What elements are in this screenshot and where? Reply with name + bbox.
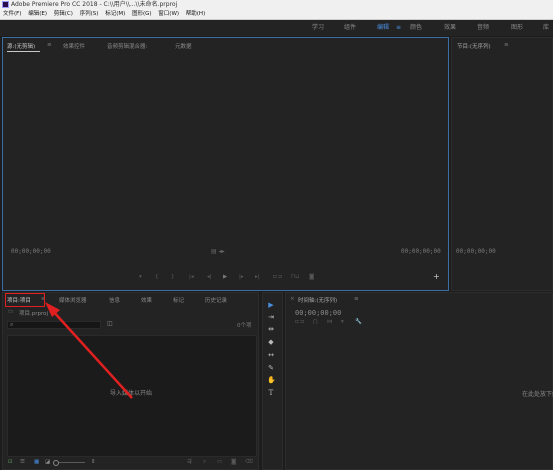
add-marker-icon[interactable]: ▾ — [341, 319, 344, 325]
menu-sequence[interactable]: 序列(S) — [80, 11, 99, 17]
source-timecode-duration: 00;00;00;00 — [401, 248, 441, 255]
razor-tool-icon[interactable]: ◆ — [267, 338, 275, 346]
tab-history[interactable]: 历史记录 — [205, 296, 227, 304]
source-monitor-panel: 源:(无剪辑) ≡ 效果控件 音频剪辑混合器: 元数据 00;00;00;00 … — [2, 37, 449, 291]
highlight-box — [5, 293, 45, 307]
go-to-in-icon[interactable]: |◂ — [189, 274, 194, 280]
slip-tool-icon[interactable]: ↔ — [267, 351, 275, 359]
tab-menu-icon[interactable]: ≡ — [354, 296, 359, 302]
export-frame-icon[interactable]: ◙ — [309, 274, 314, 280]
icon-view-icon[interactable]: ▦ — [34, 459, 39, 465]
menu-help[interactable]: 帮助(H) — [186, 11, 205, 17]
project-file-name: 项目.prproj — [19, 311, 49, 317]
tab-effects[interactable]: 效果 — [141, 296, 152, 304]
hand-tool-icon[interactable]: ✋ — [267, 376, 276, 384]
active-tab-underline — [7, 51, 40, 52]
step-forward-icon[interactable]: |▸ — [239, 274, 244, 280]
workspace-graphics[interactable]: 图形 — [511, 20, 523, 36]
menu-bar: 文件(F) 编辑(E) 剪辑(C) 序列(S) 标记(M) 图形(G) 窗口(W… — [0, 10, 553, 20]
workspace-color[interactable]: 颜色 — [410, 20, 422, 36]
menu-clip[interactable]: 剪辑(C) — [54, 11, 73, 17]
list-view-icon[interactable]: ☰ — [20, 459, 25, 465]
add-marker-icon[interactable]: ▾ — [139, 274, 142, 280]
tab-program[interactable]: 节目:(无序列) — [457, 42, 491, 50]
item-count: 0个项 — [237, 323, 252, 329]
find-icon[interactable]: ⌕ — [203, 459, 206, 466]
automate-to-sequence-icon[interactable]: ⇶ — [187, 459, 192, 465]
lock-icon[interactable]: ⊡ — [8, 459, 13, 465]
sort-icon[interactable]: ⇕ — [91, 459, 96, 465]
folder-icon: ▭ — [8, 309, 14, 315]
selection-tool-icon[interactable]: ▶ — [267, 301, 275, 309]
tab-source[interactable]: 源:(无剪辑) — [7, 42, 35, 50]
workspace-editing[interactable]: 编辑 — [377, 20, 389, 36]
project-content-area[interactable]: 导入媒体以开始 — [7, 335, 257, 457]
linked-selection-icon[interactable]: ⋈ — [327, 319, 333, 325]
overwrite-icon[interactable]: ⊓⊔ — [291, 274, 300, 280]
menu-marker[interactable]: 标记(M) — [105, 11, 125, 17]
fit-zoom-icon[interactable]: ▤ ◂▸ — [211, 248, 225, 255]
drop-media-hint: 在此处放下媒体 — [522, 391, 553, 398]
tab-menu-icon[interactable]: ≡ — [504, 42, 509, 48]
tab-markers[interactable]: 标记 — [173, 296, 184, 304]
import-media-hint: 导入媒体以开始 — [110, 390, 153, 397]
new-bin-from-search-icon[interactable]: ◫ — [107, 320, 113, 327]
ripple-edit-tool-icon[interactable]: ⇹ — [267, 325, 275, 333]
workspace-bar: 学习 组件 编辑 ≡ 颜色 效果 音频 图形 库 — [0, 20, 553, 36]
tab-media-browser[interactable]: 媒体浏览器 — [59, 296, 87, 304]
workspace-effects[interactable]: 效果 — [444, 20, 456, 36]
workspace-assembly[interactable]: 组件 — [344, 20, 356, 36]
tab-audio-clip-mixer[interactable]: 音频剪辑混合器: — [107, 42, 147, 50]
insert-icon[interactable]: ⊏⊐ — [273, 274, 282, 280]
project-bottom-toolbar: ⊡ ☰ ▦ ◪ ⇕ ⇶ ⌕ ▭ ◙ ⌫ — [3, 459, 258, 469]
go-to-out-icon[interactable]: ▸| — [255, 274, 260, 280]
tab-menu-icon[interactable]: ≡ — [47, 42, 52, 48]
menu-window[interactable]: 窗口(W) — [158, 11, 179, 17]
workspace-audio[interactable]: 音频 — [477, 20, 489, 36]
nest-icon[interactable]: ⊏⊐ — [295, 319, 304, 325]
tab-effect-controls[interactable]: 效果控件 — [63, 42, 85, 50]
workspace-menu-icon[interactable]: ≡ — [396, 20, 401, 36]
zoom-slider[interactable] — [53, 460, 85, 466]
settings-wrench-icon[interactable]: 🔧 — [355, 319, 362, 325]
close-icon[interactable]: × — [290, 296, 295, 302]
snap-icon[interactable]: ⋂ — [313, 319, 318, 325]
tab-metadata[interactable]: 元数据 — [175, 42, 192, 50]
source-tab-row: 源:(无剪辑) ≡ 效果控件 音频剪辑混合器: 元数据 — [7, 42, 437, 50]
clear-icon[interactable]: ⌫ — [245, 459, 253, 465]
timeline-panel: × 时间轴:(无序列) ≡ 00;00;00;00 ⊏⊐ ⋂ ⋈ ▾ 🔧 在此处… — [285, 292, 553, 470]
tools-panel: ▶ ⇥ ⇹ ◆ ↔ ✎ ✋ T — [262, 292, 283, 470]
freeform-view-icon[interactable]: ◪ — [45, 459, 50, 465]
search-input[interactable]: ⌕ — [7, 321, 101, 329]
search-icon: ⌕ — [10, 321, 14, 328]
mark-in-icon[interactable]: { — [155, 274, 159, 280]
zoom-slider-handle[interactable] — [53, 460, 59, 466]
source-timecode-current[interactable]: 00;00;00;00 — [11, 248, 51, 255]
tab-info[interactable]: 信息 — [109, 296, 120, 304]
menu-edit[interactable]: 编辑(E) — [28, 11, 47, 17]
premiere-app-icon — [2, 1, 9, 8]
source-transport-controls: ▾ { } |◂ ◂| ▶ |▸ ▸| ⊏⊐ ⊓⊔ ◙ + — [3, 272, 448, 284]
pen-tool-icon[interactable]: ✎ — [267, 364, 275, 372]
track-select-tool-icon[interactable]: ⇥ — [267, 313, 275, 321]
program-timecode-current[interactable]: 00;00;00;00 — [456, 248, 496, 255]
menu-graphics[interactable]: 图形(G) — [132, 11, 152, 17]
project-panel: 项目:项目 ≡ 媒体浏览器 信息 效果 标记 历史记录 ▭ 项目.prproj … — [2, 292, 259, 470]
play-icon[interactable]: ▶ — [223, 274, 227, 280]
menu-file[interactable]: 文件(F) — [3, 11, 21, 17]
new-bin-icon[interactable]: ▭ — [217, 459, 222, 465]
timeline-tools-row: ⊏⊐ ⋂ ⋈ ▾ 🔧 — [295, 319, 375, 327]
mark-out-icon[interactable]: } — [171, 274, 175, 280]
program-monitor-panel: 节目:(无序列) ≡ 00;00;00;00 — [451, 37, 553, 291]
timeline-timecode[interactable]: 00;00;00;00 — [295, 309, 341, 317]
workspace-libraries[interactable]: 库 — [543, 20, 549, 36]
type-tool-icon[interactable]: T — [267, 389, 275, 397]
window-title: Adobe Premiere Pro CC 2018 - C:\\用户\\...… — [11, 1, 178, 8]
step-back-icon[interactable]: ◂| — [207, 274, 212, 280]
tab-timeline[interactable]: 时间轴:(无序列) — [298, 296, 337, 304]
new-item-icon[interactable]: ◙ — [231, 459, 236, 465]
workspace-learning[interactable]: 学习 — [312, 20, 324, 36]
title-bar: Adobe Premiere Pro CC 2018 - C:\\用户\\...… — [0, 0, 553, 10]
button-editor-plus-icon[interactable]: + — [433, 272, 440, 281]
